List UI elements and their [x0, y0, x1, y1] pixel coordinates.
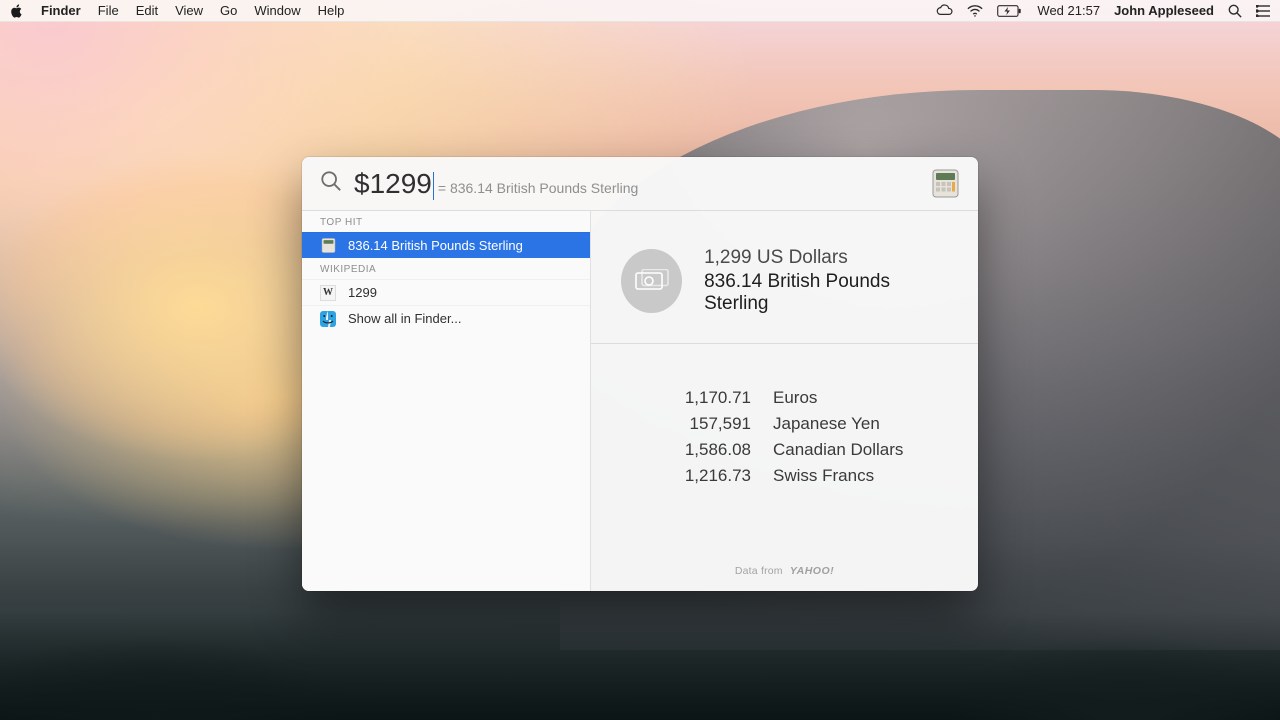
- spotlight-preview-pane: 1,299 US Dollars 836.14 British Pounds S…: [591, 211, 978, 591]
- search-inline-result: = 836.14 British Pounds Sterling: [438, 180, 638, 196]
- spotlight-menu-icon[interactable]: [1228, 4, 1242, 18]
- section-label-wikipedia: WIKIPEDIA: [302, 258, 590, 279]
- calculator-small-icon: [320, 238, 336, 254]
- menubar-app-name[interactable]: Finder: [41, 3, 81, 18]
- currency-icon: [621, 249, 682, 313]
- conversion-table: 1,170.71 Euros 157,591 Japanese Yen 1,58…: [621, 388, 948, 486]
- apple-menu-icon[interactable]: [10, 4, 24, 18]
- menubar-item-go[interactable]: Go: [220, 3, 237, 18]
- menubar: Finder File Edit View Go Window Help Wed…: [0, 0, 1280, 22]
- conversion-currency: Euros: [773, 388, 948, 408]
- finder-icon: [320, 311, 336, 327]
- conversion-currency: Japanese Yen: [773, 414, 948, 434]
- menubar-user[interactable]: John Appleseed: [1114, 3, 1214, 18]
- notification-center-icon[interactable]: [1256, 5, 1270, 17]
- menubar-item-help[interactable]: Help: [318, 3, 345, 18]
- preview-amount-output: 836.14 British Pounds Sterling: [704, 271, 948, 315]
- sidebar-item-show-all-in-finder[interactable]: Show all in Finder...: [302, 305, 590, 331]
- wifi-icon[interactable]: [967, 5, 983, 17]
- sidebar-item-label: Show all in Finder...: [348, 311, 461, 326]
- search-query-text: $1299: [354, 168, 432, 200]
- menubar-item-file[interactable]: File: [98, 3, 119, 18]
- sidebar-item-top-hit[interactable]: 836.14 British Pounds Sterling: [302, 232, 590, 258]
- sidebar-item-label: 1299: [348, 285, 377, 300]
- conversion-currency: Swiss Francs: [773, 466, 948, 486]
- battery-charging-icon[interactable]: [997, 5, 1023, 17]
- menubar-item-window[interactable]: Window: [254, 3, 300, 18]
- yahoo-logo-text: YAHOO!: [790, 565, 834, 577]
- conversion-currency: Canadian Dollars: [773, 440, 948, 460]
- sidebar-item-label: 836.14 British Pounds Sterling: [348, 238, 523, 253]
- conversion-amount: 157,591: [621, 414, 751, 434]
- calculator-icon: [931, 169, 960, 198]
- spotlight-sidebar: TOP HIT 836.14 British Pounds Sterling W…: [302, 211, 591, 591]
- search-icon: [320, 170, 342, 197]
- sidebar-item-wikipedia[interactable]: W 1299: [302, 279, 590, 305]
- conversion-amount: 1,170.71: [621, 388, 751, 408]
- cloud-status-icon[interactable]: [936, 4, 953, 18]
- conversion-amount: 1,216.73: [621, 466, 751, 486]
- spotlight-search-input[interactable]: $1299 = 836.14 British Pounds Sterling: [354, 168, 919, 200]
- preview-amount-input: 1,299 US Dollars: [704, 247, 948, 269]
- menubar-item-view[interactable]: View: [175, 3, 203, 18]
- conversion-amount: 1,586.08: [621, 440, 751, 460]
- divider: [591, 343, 978, 344]
- attribution-prefix: Data from: [735, 565, 783, 577]
- spotlight-search-row: $1299 = 836.14 British Pounds Sterling: [302, 157, 978, 211]
- menubar-clock[interactable]: Wed 21:57: [1037, 3, 1100, 18]
- wikipedia-icon: W: [320, 285, 336, 301]
- spotlight-window: $1299 = 836.14 British Pounds Sterling T…: [302, 157, 978, 591]
- data-attribution: Data from YAHOO!: [621, 545, 948, 577]
- menubar-item-edit[interactable]: Edit: [136, 3, 158, 18]
- section-label-top-hit: TOP HIT: [302, 211, 590, 232]
